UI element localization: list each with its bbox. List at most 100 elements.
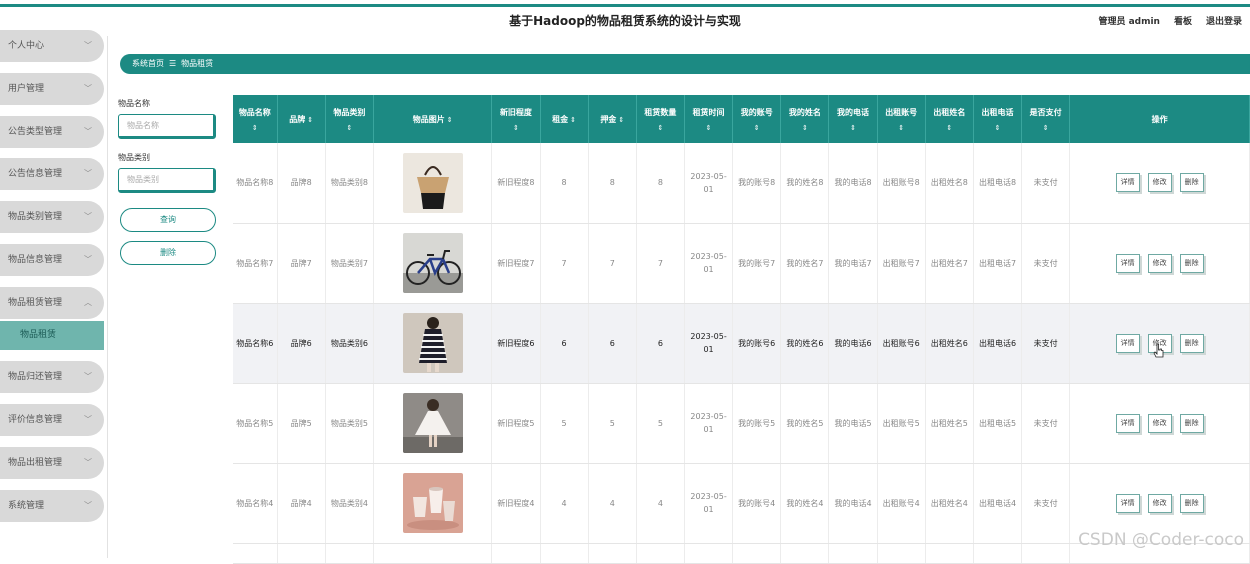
cell-rent: 4 [540,463,589,544]
cell-category: 物品类别7 [325,223,374,304]
cell-my-account: 我的账号7 [732,223,782,304]
edit-button[interactable]: 修改 [1147,413,1172,433]
item-thumbnail[interactable] [402,152,463,213]
item-thumbnail[interactable] [402,473,463,533]
sort-icon[interactable]: ⇕ [880,124,923,132]
cell-lessor-name: 出租姓名6 [925,303,974,384]
sort-icon[interactable]: ⇕ [928,124,971,132]
cell-category: 物品类别8 [325,143,374,224]
sort-icon[interactable]: ⇕ [639,124,682,132]
breadcrumb-current: 物品租赁 [181,59,214,68]
delete-button[interactable]: 删除 [1179,493,1204,513]
col-header[interactable]: 新旧程度 ⇕ [491,95,541,143]
sort-icon[interactable]: ⇕ [1024,124,1067,132]
detail-button[interactable]: 详情 [1115,173,1140,193]
dashboard-link[interactable]: 看板 [1174,14,1192,27]
col-header[interactable]: 押金 ⇕ [588,95,637,143]
item-thumbnail[interactable] [402,313,463,373]
sidebar-item-label: 公告类型管理 [8,127,63,137]
sidebar-item-item-info[interactable]: 物品信息管理 ﹀ [0,244,104,276]
sort-icon[interactable]: ⇕ [494,124,537,132]
sidebar-item-personal-center[interactable]: 个人中心 ﹀ [0,30,104,62]
col-label: 出租电话 [981,107,1014,117]
sidebar-item-lease-out-management[interactable]: 物品出租管理 ﹀ [0,447,104,479]
col-header[interactable]: 租赁数量 ⇕ [636,95,685,143]
table-row: 物品名称5 品牌5 物品类别5 新旧程度5 5 5 5 2023-05-01 我… [233,383,1250,464]
sidebar-item-notice-type[interactable]: 公告类型管理 ﹀ [0,116,104,148]
chevron-down-icon: ﹀ [84,255,92,264]
edit-button[interactable]: 修改 [1147,493,1172,513]
detail-button[interactable]: 详情 [1115,413,1140,433]
sort-icon[interactable]: ⇕ [687,124,730,132]
col-header[interactable]: 物品图片 ⇕ [373,95,493,143]
delete-button[interactable]: 删除 [1179,333,1204,353]
cell-time: 2023-05-01 [684,303,734,384]
breadcrumb-home[interactable]: 系统首页 [132,59,164,68]
batch-delete-button[interactable]: 删除 [120,241,216,265]
col-header[interactable]: 物品名称 ⇕ [233,95,278,143]
sort-icon[interactable]: ⇕ [447,116,453,124]
col-header[interactable]: 出租姓名 ⇕ [925,95,974,143]
col-header[interactable]: 物品类别 ⇕ [325,95,374,143]
sidebar-item-user-management[interactable]: 用户管理 ﹀ [0,73,104,105]
sidebar-item-item-category[interactable]: 物品类别管理 ﹀ [0,201,104,233]
sort-icon[interactable]: ⇕ [976,124,1019,132]
cell-name: 物品名称4 [233,463,278,544]
col-header[interactable]: 我的账号 ⇕ [732,95,782,143]
detail-button[interactable]: 详情 [1115,253,1140,273]
sort-icon[interactable]: ⇕ [618,116,624,124]
watermark: CSDN @Coder-coco [1078,530,1244,550]
col-label: 租赁数量 [644,107,677,117]
sort-icon[interactable]: ⇕ [783,124,826,132]
sidebar-item-rental-management[interactable]: 物品租赁管理 ︿ [0,287,104,319]
cell-category: 物品类别5 [325,383,374,464]
sidebar-item-notice-info[interactable]: 公告信息管理 ﹀ [0,158,104,190]
sort-icon[interactable]: ⇕ [570,116,576,124]
sidebar-subitem-label: 物品租赁 [20,330,57,340]
col-header[interactable]: 出租账号 ⇕ [877,95,926,143]
sidebar-item-label: 物品类别管理 [8,212,63,222]
breadcrumb: 系统首页 ☰ 物品租赁 [120,54,1250,74]
item-thumbnail[interactable] [402,393,463,453]
col-header[interactable]: 品牌 ⇕ [277,95,326,143]
cell-name: 物品名称7 [233,223,278,304]
sidebar-item-review-management[interactable]: 评价信息管理 ﹀ [0,404,104,436]
query-button[interactable]: 查询 [120,208,216,232]
detail-button[interactable]: 详情 [1115,333,1140,353]
item-thumbnail[interactable] [402,233,463,293]
sidebar-item-system-management[interactable]: 系统管理 ﹀ [0,490,104,522]
sort-icon[interactable]: ⇕ [328,124,371,132]
cell-lessor-account: 出租账号8 [877,143,926,224]
sidebar-item-label: 评价信息管理 [8,415,63,425]
cell-rent: 8 [540,143,589,224]
col-header[interactable]: 租赁时间 ⇕ [684,95,734,143]
edit-button[interactable]: 修改 [1147,253,1172,273]
col-header[interactable]: 是否支付 ⇕ [1021,95,1071,143]
sidebar-subitem-rental[interactable]: 物品租赁 [0,321,104,350]
cups-image [402,473,463,533]
sidebar-item-return-management[interactable]: 物品归还管理 ﹀ [0,361,104,393]
name-search-input[interactable]: 物品名称 [118,114,216,139]
col-header[interactable]: 出租电话 ⇕ [973,95,1023,143]
delete-button[interactable]: 删除 [1179,253,1204,273]
sort-icon[interactable]: ⇕ [735,124,778,132]
cell-deposit: 6 [588,303,637,384]
col-header[interactable]: 我的姓名 ⇕ [780,95,830,143]
category-search-input[interactable]: 物品类别 [118,168,216,193]
sidebar: 个人中心 ﹀ 用户管理 ﹀ 公告类型管理 ﹀ 公告信息管理 ﹀ 物品类别管理 ﹀… [0,30,108,558]
category-label: 物品类别 [118,153,150,162]
edit-button[interactable]: 修改 [1147,173,1172,193]
detail-button[interactable]: 详情 [1115,493,1140,513]
cell-my-name: 我的姓名4 [780,463,830,544]
sort-icon[interactable]: ⇕ [831,124,874,132]
delete-button[interactable]: 删除 [1179,413,1204,433]
col-header[interactable]: 租金 ⇕ [540,95,589,143]
col-header[interactable]: 我的电话 ⇕ [828,95,878,143]
delete-button[interactable]: 删除 [1179,173,1204,193]
logout-link[interactable]: 退出登录 [1206,14,1242,27]
cell-lessor-account: 出租账号6 [877,303,926,384]
bicycle-image [402,233,463,293]
sort-icon[interactable]: ⇕ [235,124,275,132]
sort-icon[interactable]: ⇕ [307,116,313,124]
cell-rent: 5 [540,383,589,464]
